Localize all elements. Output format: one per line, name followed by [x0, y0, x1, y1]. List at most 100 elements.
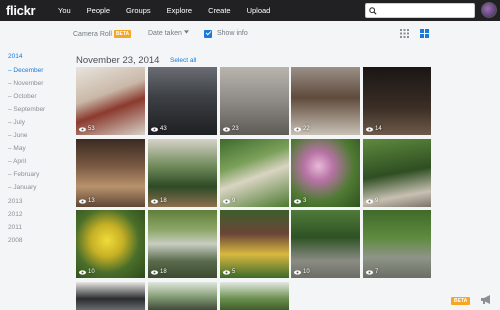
- camera-roll-title: Camera Roll BETA: [73, 30, 132, 38]
- search-input[interactable]: [379, 7, 474, 14]
- date-taken-dropdown[interactable]: Date taken: [148, 30, 189, 37]
- megaphone-icon[interactable]: [480, 294, 494, 305]
- small-grid-icon[interactable]: [400, 29, 409, 38]
- month-september[interactable]: – September: [8, 106, 45, 113]
- month-june[interactable]: – June: [8, 132, 28, 139]
- nav-explore[interactable]: Explore: [167, 6, 192, 15]
- view-count: 22: [294, 126, 310, 132]
- view-count: 10: [79, 269, 95, 275]
- show-info-checkbox[interactable]: [204, 29, 212, 38]
- photo-thumbnail[interactable]: 5: [220, 210, 289, 278]
- photo-thumbnail[interactable]: 10: [291, 210, 360, 278]
- month-label: April: [13, 158, 27, 165]
- nav-create[interactable]: Create: [208, 6, 231, 15]
- view-count-label: 23: [232, 126, 239, 132]
- photo-thumbnail[interactable]: 3: [291, 139, 360, 207]
- month-label: June: [13, 132, 28, 139]
- eye-icon: [79, 269, 86, 275]
- eye-icon: [294, 126, 301, 132]
- month-april[interactable]: – April: [8, 158, 26, 165]
- year-2012[interactable]: 2012: [8, 211, 22, 218]
- view-count-label: 5: [232, 269, 236, 275]
- view-count: 18: [151, 269, 167, 275]
- month-may[interactable]: – May: [8, 145, 26, 152]
- photo-thumbnail[interactable]: [220, 282, 289, 310]
- view-count: 13: [79, 198, 95, 204]
- select-all-link[interactable]: Select all: [170, 57, 196, 64]
- beta-feedback-badge[interactable]: BETA: [451, 297, 471, 305]
- flickr-logo[interactable]: flickr: [6, 3, 58, 18]
- beta-badge: BETA: [113, 30, 132, 38]
- main-nav: You People Groups Explore Create Upload: [58, 6, 286, 15]
- photo-thumbnail[interactable]: 22: [291, 67, 360, 135]
- caret-down-icon: [183, 30, 189, 34]
- eye-icon: [223, 269, 230, 275]
- month-label: October: [13, 93, 37, 100]
- photo-thumbnail[interactable]: [76, 282, 145, 310]
- section-date-heading: November 23, 2014: [76, 55, 160, 66]
- date-taken-label: Date taken: [148, 30, 182, 37]
- month-label: November: [13, 80, 44, 87]
- year-2014[interactable]: 2014: [8, 53, 22, 60]
- photo-thumbnail[interactable]: 13: [76, 139, 145, 207]
- month-february[interactable]: – February: [8, 171, 39, 178]
- month-label: September: [13, 106, 46, 113]
- month-january[interactable]: – January: [8, 184, 37, 191]
- month-july[interactable]: – July: [8, 119, 25, 126]
- view-count: 7: [366, 269, 378, 275]
- large-grid-icon[interactable]: [420, 29, 429, 38]
- view-count-label: 10: [88, 269, 95, 275]
- eye-icon: [223, 198, 230, 204]
- eye-icon: [79, 198, 86, 204]
- search-icon: [369, 6, 377, 15]
- toolbar: Camera Roll BETA Date taken Show info: [66, 21, 500, 49]
- photo-thumbnail[interactable]: 9: [363, 139, 431, 207]
- date-sidebar: 2014 – December – November – October – S…: [0, 21, 66, 310]
- month-december[interactable]: – December: [8, 67, 43, 74]
- eye-icon: [79, 126, 86, 132]
- top-nav-bar: flickr You People Groups Explore Create …: [0, 0, 500, 21]
- eye-icon: [223, 126, 230, 132]
- search-box[interactable]: [365, 3, 475, 18]
- month-november[interactable]: – November: [8, 80, 43, 87]
- photo-thumbnail[interactable]: 10: [76, 210, 145, 278]
- view-count-label: 13: [88, 198, 95, 204]
- month-october[interactable]: – October: [8, 93, 37, 100]
- view-count: 9: [223, 198, 235, 204]
- nav-upload[interactable]: Upload: [247, 6, 271, 15]
- nav-groups[interactable]: Groups: [126, 6, 151, 15]
- year-2008[interactable]: 2008: [8, 237, 22, 244]
- eye-icon: [366, 198, 373, 204]
- photo-thumbnail[interactable]: 14: [363, 67, 431, 135]
- photo-thumbnail[interactable]: 7: [363, 210, 431, 278]
- view-count: 10: [294, 269, 310, 275]
- year-2013[interactable]: 2013: [8, 198, 22, 205]
- view-count: 53: [79, 126, 95, 132]
- month-label: July: [13, 119, 25, 126]
- nav-people[interactable]: People: [87, 6, 110, 15]
- nav-you[interactable]: You: [58, 6, 71, 15]
- month-label: December: [13, 67, 44, 74]
- view-count-label: 10: [303, 269, 310, 275]
- eye-icon: [294, 269, 301, 275]
- view-count: 23: [223, 126, 239, 132]
- eye-icon: [151, 126, 158, 132]
- view-count-label: 18: [160, 198, 167, 204]
- photo-thumbnail[interactable]: 43: [148, 67, 217, 135]
- month-label: May: [13, 145, 26, 152]
- photo-thumbnail[interactable]: 18: [148, 210, 217, 278]
- photo-thumbnail[interactable]: [148, 282, 217, 310]
- view-count: 14: [366, 126, 382, 132]
- photo-thumbnail[interactable]: 23: [220, 67, 289, 135]
- show-info-label: Show info: [217, 30, 248, 37]
- photo-thumbnail[interactable]: 9: [220, 139, 289, 207]
- eye-icon: [366, 269, 373, 275]
- camera-roll-label: Camera Roll: [73, 31, 112, 38]
- view-count: 9: [366, 198, 378, 204]
- photo-thumbnail[interactable]: 53: [76, 67, 145, 135]
- year-2011[interactable]: 2011: [8, 224, 22, 231]
- avatar[interactable]: [481, 2, 497, 18]
- view-count-label: 14: [375, 126, 382, 132]
- photo-thumbnail[interactable]: 18: [148, 139, 217, 207]
- view-count-label: 22: [303, 126, 310, 132]
